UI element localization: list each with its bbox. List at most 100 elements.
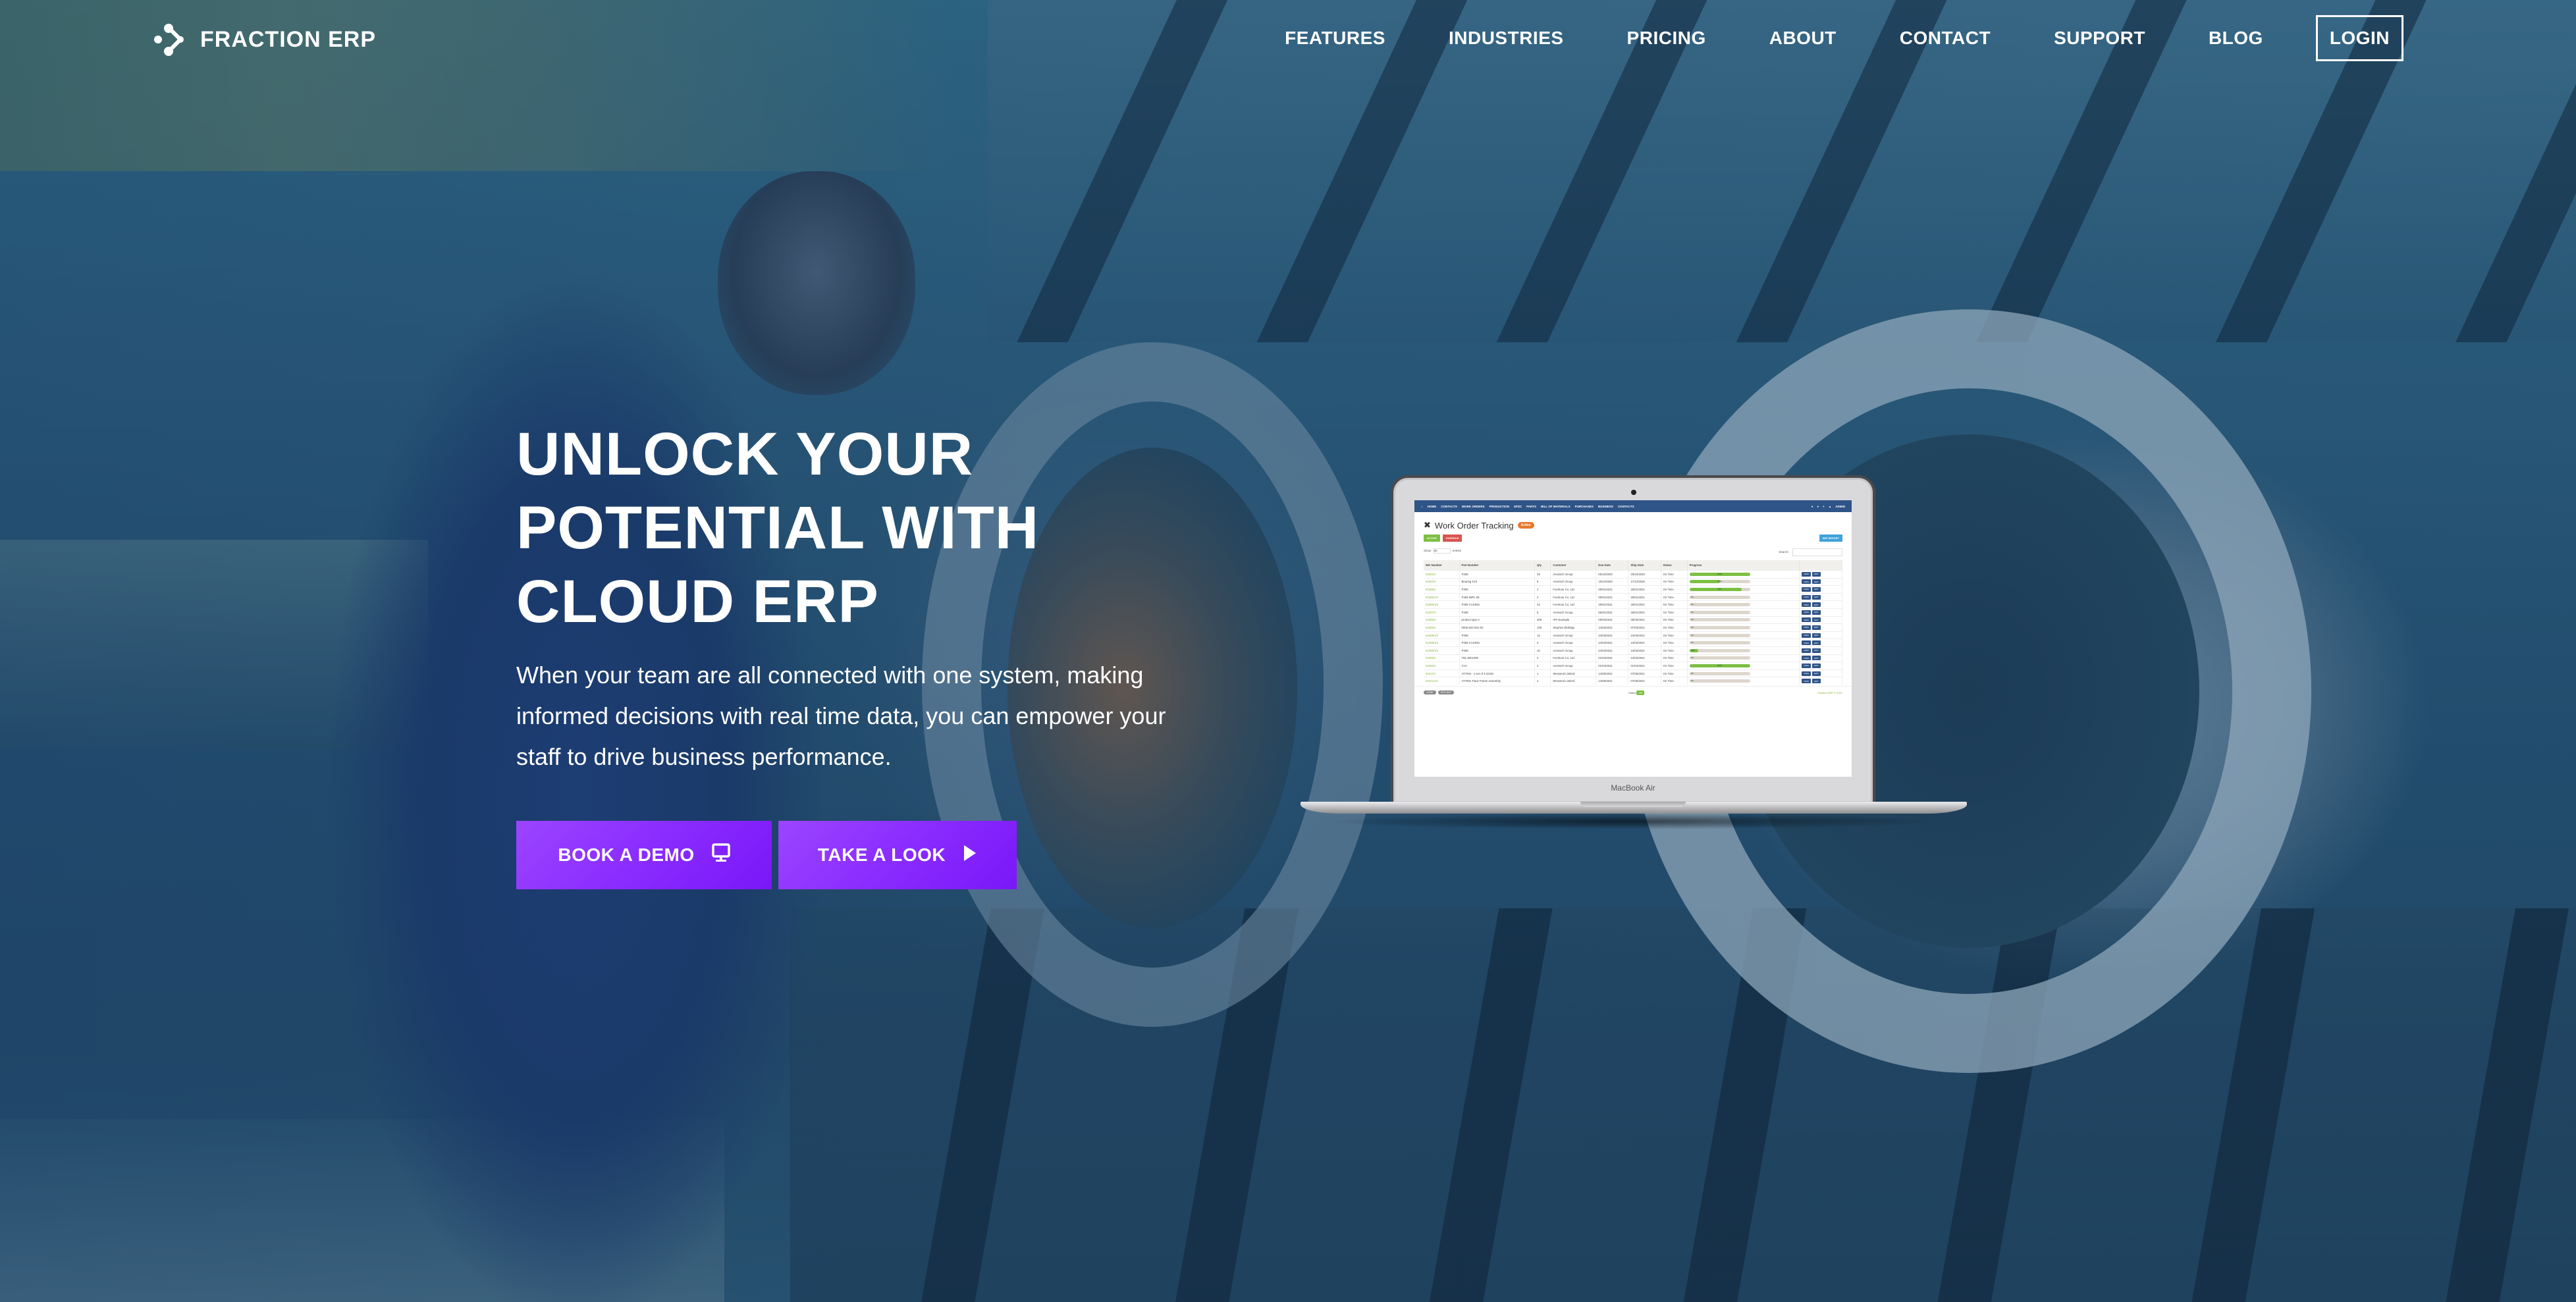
brand-logo-link[interactable]: FRACTION ERP — [153, 22, 376, 57]
edit-action: EDIT — [1811, 640, 1821, 646]
app-nav-item: PRODUCTION — [1489, 504, 1509, 508]
table-cell-wo: 01005/1 — [1424, 623, 1460, 632]
nav-pricing[interactable]: PRICING — [1627, 28, 1706, 49]
edit-action: EDIT — [1811, 571, 1821, 577]
table-cell-actions: VIEW EDIT — [1799, 623, 1842, 632]
table-cell-part: product type A — [1459, 615, 1535, 624]
main-nav: FEATURES INDUSTRIES PRICING ABOUT CONTAC… — [1285, 15, 2403, 61]
progress-bar-label: 0% — [1690, 610, 1694, 613]
table-column-header: Customer — [1550, 560, 1597, 571]
table-cell-status: On Time — [1661, 615, 1688, 624]
hero-headline-line: CLOUD ERP — [516, 568, 879, 635]
view-action: VIEW — [1802, 671, 1811, 676]
book-demo-button[interactable]: BOOK A DEMO — [516, 821, 772, 889]
table-cell-progress: 50% — [1687, 577, 1800, 586]
table-row: 01005/1/2 P308 IMPL 55 2 Furniture Co. Ltd 2… — [1424, 592, 1842, 601]
table-row: 01011/1 AT700s - 1 set of 4 tracks 1 Wessen… — [1424, 669, 1842, 677]
edit-action: EDIT — [1811, 656, 1821, 661]
nav-contact[interactable]: CONTACT — [1900, 28, 1991, 49]
table-cell-part: P308 CASING — [1459, 638, 1535, 647]
table-cell-ship: 26/01/2021 — [1628, 608, 1661, 617]
table-cell-qty: 3 — [1534, 638, 1551, 647]
edit-action: EDIT — [1811, 617, 1821, 623]
book-demo-label: BOOK A DEMO — [558, 845, 695, 865]
table-cell-ship: 29/10/2020 — [1628, 570, 1661, 579]
table-cell-part: P308 — [1459, 608, 1535, 617]
edit-action: EDIT — [1811, 579, 1821, 585]
table-row: 01003/1 P308 33 Aerotech Group 06/10/2020 29/… — [1424, 570, 1842, 579]
table-cell-ship: 07/05/2021 — [1628, 669, 1661, 677]
view-action: VIEW — [1802, 648, 1811, 653]
table-cell-status: On Time — [1661, 646, 1688, 655]
app-nav-item: CONTACTS — [1617, 504, 1634, 508]
work-order-table: WO Number Part Number Qty Customer Due Date S… — [1424, 560, 1842, 685]
login-button[interactable]: LOGIN — [2315, 15, 2403, 61]
app-table-controls: Show 50 entries Search: — [1414, 543, 1852, 559]
table-cell-wo: 01007/1 — [1424, 608, 1460, 617]
take-a-look-label: TAKE A LOOK — [817, 845, 946, 865]
table-cell-progress: 86% — [1687, 585, 1800, 594]
table-cell-customer: Furniture Co. Ltd — [1550, 585, 1597, 594]
app-page-title: ✖ Work Order Tracking Active — [1414, 512, 1852, 533]
app-search-input — [1792, 548, 1842, 556]
table-cell-actions: VIEW EDIT — [1799, 669, 1842, 677]
table-cell-ship: 24/03/2021 — [1628, 638, 1661, 647]
table-column-header: Ship Date — [1628, 560, 1661, 571]
table-cell-progress: 0% — [1687, 608, 1800, 617]
nav-support[interactable]: SUPPORT — [2054, 28, 2145, 49]
table-column-header: Status — [1661, 560, 1688, 571]
table-cell-due: 09/03/2021 — [1596, 615, 1629, 624]
view-action: VIEW — [1802, 602, 1811, 608]
app-footer-status-value: OK — [1636, 690, 1645, 695]
brand-name: FRACTION ERP — [200, 26, 376, 52]
nav-industries[interactable]: INDUSTRIES — [1449, 28, 1564, 49]
table-row: 01008/1/2 P308 12 Aerotech Group 24/03/2021 2… — [1424, 631, 1842, 639]
table-cell-actions: VIEW EDIT — [1799, 577, 1842, 586]
table-row: 01004/1 Bearing K10 5 Aerotech Group 18/12/2… — [1424, 577, 1842, 586]
table-cell-due: 14/05/2021 — [1596, 669, 1629, 677]
table-cell-customer: Wessend Limited — [1550, 669, 1597, 677]
table-cell-actions: VIEW EDIT — [1799, 585, 1842, 594]
table-cell-due: 24/03/2021 — [1596, 631, 1629, 639]
table-cell-actions: VIEW EDIT — [1799, 592, 1842, 601]
table-cell-customer: Aerotech Group — [1550, 646, 1597, 655]
nav-blog[interactable]: BLOG — [2209, 28, 2263, 49]
table-cell-actions: VIEW EDIT — [1799, 638, 1842, 647]
table-cell-ship: 07/03/2021 — [1628, 623, 1661, 632]
table-cell-status: On Time — [1661, 592, 1688, 601]
table-row: 01010/1 CV1 2 Aerotech Group 01/04/2021 01/04… — [1424, 662, 1842, 670]
table-row: 01005/1 P308 2 Furniture Co. Ltd 29/01/2021 2… — [1424, 585, 1842, 594]
table-cell-progress: 0% — [1687, 600, 1800, 609]
view-action: VIEW — [1802, 640, 1811, 646]
nav-features[interactable]: FEATURES — [1285, 28, 1385, 49]
table-cell-customer: API Example — [1550, 615, 1597, 624]
take-a-look-button[interactable]: TAKE A LOOK — [778, 821, 1017, 889]
nav-about[interactable]: ABOUT — [1769, 28, 1837, 49]
progress-bar-label: 50% — [1717, 580, 1722, 583]
progress-bar: 100% — [1689, 664, 1750, 667]
table-cell-qty: 5 — [1534, 577, 1551, 586]
progress-bar: 0% — [1689, 595, 1750, 599]
table-row: 01007/1 P308 5 Aerotech Group 06/01/2021 26/0… — [1424, 608, 1842, 617]
table-cell-part: P308 CASING — [1459, 600, 1535, 609]
table-cell-wo: 01011/1 — [1424, 669, 1460, 677]
hero-description-line: When your team are all connected with on… — [516, 662, 1144, 689]
table-cell-progress: 15% — [1687, 646, 1800, 655]
user-icon: ▲ — [1828, 504, 1832, 508]
table-cell-qty: 108 — [1534, 623, 1551, 632]
app-show-select: 50 — [1433, 548, 1451, 554]
table-cell-status: On Time — [1661, 570, 1688, 579]
table-cell-wo: 01008/1/3 — [1424, 638, 1460, 647]
network-nodes-icon — [153, 22, 187, 57]
table-row: 01008/1/3 P308 CASING 3 Aerotech Group 24/03… — [1424, 638, 1842, 647]
app-user-label: ADMIN — [1835, 504, 1845, 508]
view-action: VIEW — [1802, 663, 1811, 668]
hero-background-image — [0, 0, 2576, 1302]
progress-bar: 50% — [1689, 580, 1750, 584]
view-action: VIEW — [1802, 579, 1811, 585]
table-cell-actions: VIEW EDIT — [1799, 615, 1842, 624]
app-navbar: ⌂ HOME CONTACTS WORK ORDERS PRODUCTION S… — [1414, 500, 1852, 512]
table-cell-wo: 01005/1/2 — [1424, 592, 1460, 601]
app-nav-item: HOME — [1427, 504, 1437, 508]
progress-bar-label: 0% — [1690, 595, 1694, 598]
